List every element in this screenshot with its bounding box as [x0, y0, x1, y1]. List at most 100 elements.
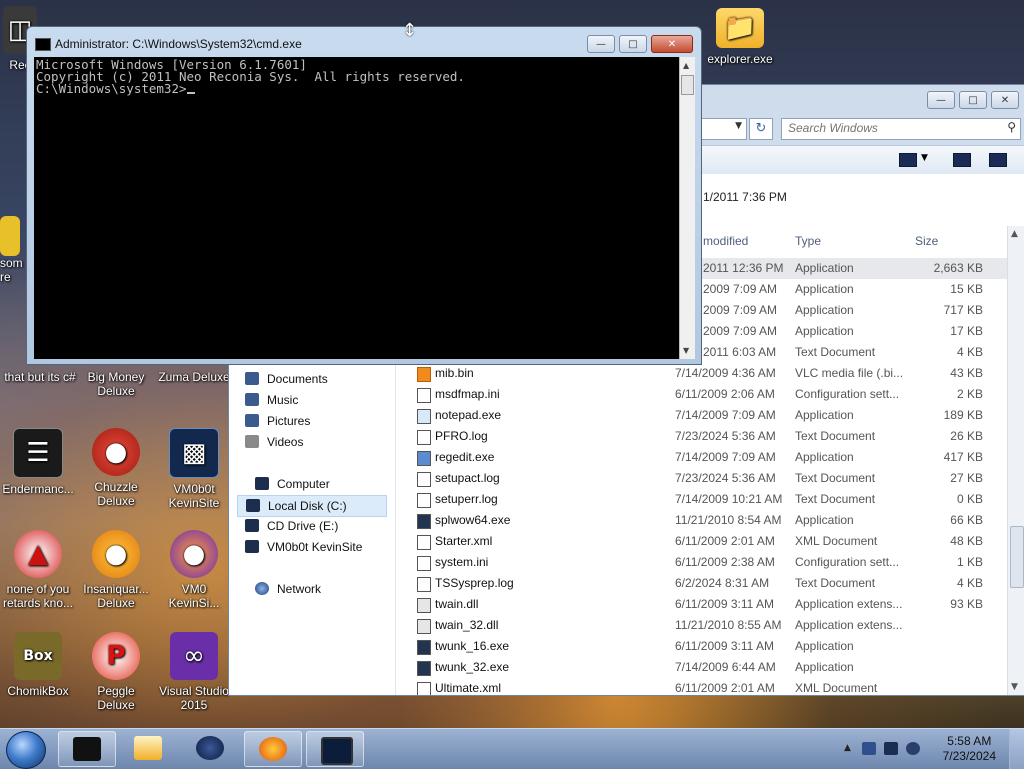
- computer-icon: [255, 477, 269, 490]
- file-row[interactable]: splwow64.exe 11/21/2010 8:54 AM Applicatio…: [399, 510, 1015, 531]
- desktop-icon-vm0b0t-kevinsite[interactable]: ▩ VM0b0t KevinSite: [156, 428, 232, 510]
- xml-file-icon: [417, 535, 431, 550]
- tray-chevron-icon[interactable]: ▲: [844, 743, 851, 753]
- column-header-type[interactable]: Type: [795, 231, 821, 251]
- search-icon[interactable]: ⚲: [1007, 120, 1016, 134]
- nav-item-videos[interactable]: Videos: [245, 432, 303, 452]
- videos-icon: [245, 435, 259, 448]
- application-icon: [417, 514, 431, 529]
- chevron-down-icon[interactable]: ▼: [921, 153, 928, 163]
- file-row[interactable]: system.ini 6/11/2009 2:38 AM Configuration…: [399, 552, 1015, 573]
- scroll-up-icon[interactable]: ▲: [1011, 229, 1018, 239]
- file-date: 6/2/2024 8:31 AM: [675, 576, 770, 590]
- desktop-icon-explorer-exe[interactable]: 📁 explorer.exe: [702, 8, 778, 66]
- text-file-icon: [417, 472, 431, 487]
- file-row[interactable]: twain.dll 6/11/2009 3:11 AM Application ex…: [399, 594, 1015, 615]
- scroll-down-icon[interactable]: ▼: [683, 346, 689, 355]
- file-date: 2011 12:36 PM: [703, 261, 784, 275]
- desktop-icon-partial[interactable]: som re: [0, 216, 28, 284]
- maximize-button[interactable]: □: [959, 91, 987, 109]
- desktop-icon-none-of-you[interactable]: ▲ none of you retards kno...: [0, 530, 76, 610]
- file-size: 43 KB: [950, 366, 983, 380]
- file-date: 6/11/2009 2:01 AM: [675, 534, 775, 548]
- nav-item-computer[interactable]: Computer: [255, 474, 330, 494]
- desktop-icon-peggle-deluxe[interactable]: P Peggle Deluxe: [78, 632, 154, 712]
- dll-file-icon: [417, 619, 431, 634]
- file-row[interactable]: mib.bin 7/14/2009 4:36 AM VLC media file (…: [399, 363, 1015, 384]
- chevron-down-icon[interactable]: ▼: [735, 121, 742, 131]
- file-row[interactable]: notepad.exe 7/14/2009 7:09 AM Application 1…: [399, 405, 1015, 426]
- file-row[interactable]: twain_32.dll 11/21/2010 8:55 AM Applicatio…: [399, 615, 1015, 636]
- file-row[interactable]: twunk_16.exe 6/11/2009 3:11 AM Application: [399, 636, 1015, 657]
- desktop-icon-vm0-kevinsite[interactable]: ● VM0 KevinSi...: [156, 530, 232, 610]
- nav-item-documents[interactable]: Documents: [245, 369, 328, 389]
- firefox-icon: ●: [170, 530, 218, 578]
- taskbar-button-cmd[interactable]: [306, 731, 364, 767]
- close-button[interactable]: ✕: [991, 91, 1019, 109]
- file-row[interactable]: setuperr.log 7/14/2009 10:21 AM Text Docum…: [399, 489, 1015, 510]
- desktop-icon-big-money-deluxe[interactable]: Big Money Deluxe: [78, 370, 154, 398]
- view-options-icon[interactable]: [899, 153, 917, 167]
- file-row[interactable]: Ultimate.xml 6/11/2009 2:01 AM XML Documen…: [399, 678, 1015, 695]
- desktop-icon-label: none of you retards kno...: [2, 582, 74, 610]
- nav-item-local-disk[interactable]: Local Disk (C:): [237, 495, 387, 517]
- scroll-down-icon[interactable]: ▼: [1011, 682, 1018, 692]
- nav-item-vm[interactable]: VM0b0t KevinSite: [245, 537, 362, 557]
- minimize-button[interactable]: —: [587, 35, 615, 53]
- desktop-icon-chomikbox[interactable]: Box ChomikBox: [0, 632, 76, 698]
- column-header-size[interactable]: Size: [915, 231, 938, 251]
- monitor-tray-icon[interactable]: [884, 742, 898, 755]
- file-type: Text Document: [795, 429, 876, 443]
- volume-icon[interactable]: [906, 742, 920, 755]
- minimize-button[interactable]: —: [927, 91, 955, 109]
- desktop-icon-visual-studio-2015[interactable]: ∞ Visual Studio 2015: [156, 632, 232, 712]
- file-row[interactable]: twunk_32.exe 7/14/2009 6:44 AM Application: [399, 657, 1015, 678]
- taskbar-button-network[interactable]: [182, 731, 238, 765]
- taskbar-clock[interactable]: 5:58 AM 7/23/2024: [943, 734, 996, 764]
- file-row[interactable]: Starter.xml 6/11/2009 2:01 AM XML Document…: [399, 531, 1015, 552]
- refresh-button[interactable]: ↻: [749, 118, 773, 140]
- desktop-icon-label: Visual Studio 2015: [159, 684, 229, 712]
- nav-label: Local Disk (C:): [268, 499, 347, 513]
- file-list-scrollbar[interactable]: ▲ ▼: [1007, 226, 1024, 695]
- cmd-app-icon[interactable]: [35, 38, 51, 51]
- taskbar-button-cmd-folder[interactable]: [58, 731, 116, 767]
- file-row[interactable]: setupact.log 7/23/2024 5:36 AM Text Docume…: [399, 468, 1015, 489]
- scrollbar-thumb[interactable]: [1010, 526, 1024, 588]
- taskbar-button-media-player[interactable]: [120, 731, 176, 765]
- document-icon: ☰: [13, 428, 63, 478]
- nav-label: Documents: [267, 372, 328, 386]
- text-file-icon: [417, 577, 431, 592]
- help-icon[interactable]: [989, 153, 1007, 167]
- desktop-icon-insaniquarium-deluxe[interactable]: ● Insaniquar... Deluxe: [78, 530, 154, 610]
- nav-item-music[interactable]: Music: [245, 390, 298, 410]
- scroll-up-icon[interactable]: ▲: [683, 61, 689, 70]
- cmd-window-controls: — □ ✕: [587, 35, 693, 53]
- start-button[interactable]: [6, 731, 46, 769]
- desktop-icon-that-but-its-csharp[interactable]: that but its c#: [0, 370, 80, 384]
- nav-item-network[interactable]: Network: [255, 579, 321, 599]
- desktop-icon-zuma-deluxe[interactable]: Zuma Deluxe: [156, 370, 232, 384]
- file-row[interactable]: regedit.exe 7/14/2009 7:09 AM Application 4…: [399, 447, 1015, 468]
- cmd-scrollbar[interactable]: ▲ ▼: [679, 57, 695, 359]
- monitor-icon: ▩: [169, 428, 219, 478]
- scrollbar-thumb[interactable]: [681, 75, 694, 95]
- nav-item-pictures[interactable]: Pictures: [245, 411, 310, 431]
- file-row[interactable]: PFRO.log 7/23/2024 5:36 AM Text Document 26…: [399, 426, 1015, 447]
- file-row[interactable]: TSSysprep.log 6/2/2024 8:31 AM Text Docume…: [399, 573, 1015, 594]
- taskbar-button-firefox[interactable]: [244, 731, 302, 767]
- show-desktop-button[interactable]: [1009, 729, 1024, 769]
- network-tray-icon[interactable]: [862, 742, 876, 755]
- file-size: 17 KB: [950, 324, 983, 338]
- file-row[interactable]: msdfmap.ini 6/11/2009 2:06 AM Configuratio…: [399, 384, 1015, 405]
- nav-item-cd-drive[interactable]: CD Drive (E:): [245, 516, 338, 536]
- console-output[interactable]: Microsoft Windows [Version 6.1.7601] Copy…: [34, 57, 680, 359]
- preview-pane-icon[interactable]: [953, 153, 971, 167]
- search-input[interactable]: [784, 119, 988, 137]
- close-button[interactable]: ✕: [651, 35, 693, 53]
- desktop-icon-chuzzle-deluxe[interactable]: ● Chuzzle Deluxe: [78, 428, 154, 508]
- file-type: Application: [795, 324, 854, 338]
- maximize-button[interactable]: □: [619, 35, 647, 53]
- column-header-modified[interactable]: modified: [703, 231, 748, 251]
- desktop-icon-endermanch[interactable]: ☰ Endermanc...: [0, 428, 76, 496]
